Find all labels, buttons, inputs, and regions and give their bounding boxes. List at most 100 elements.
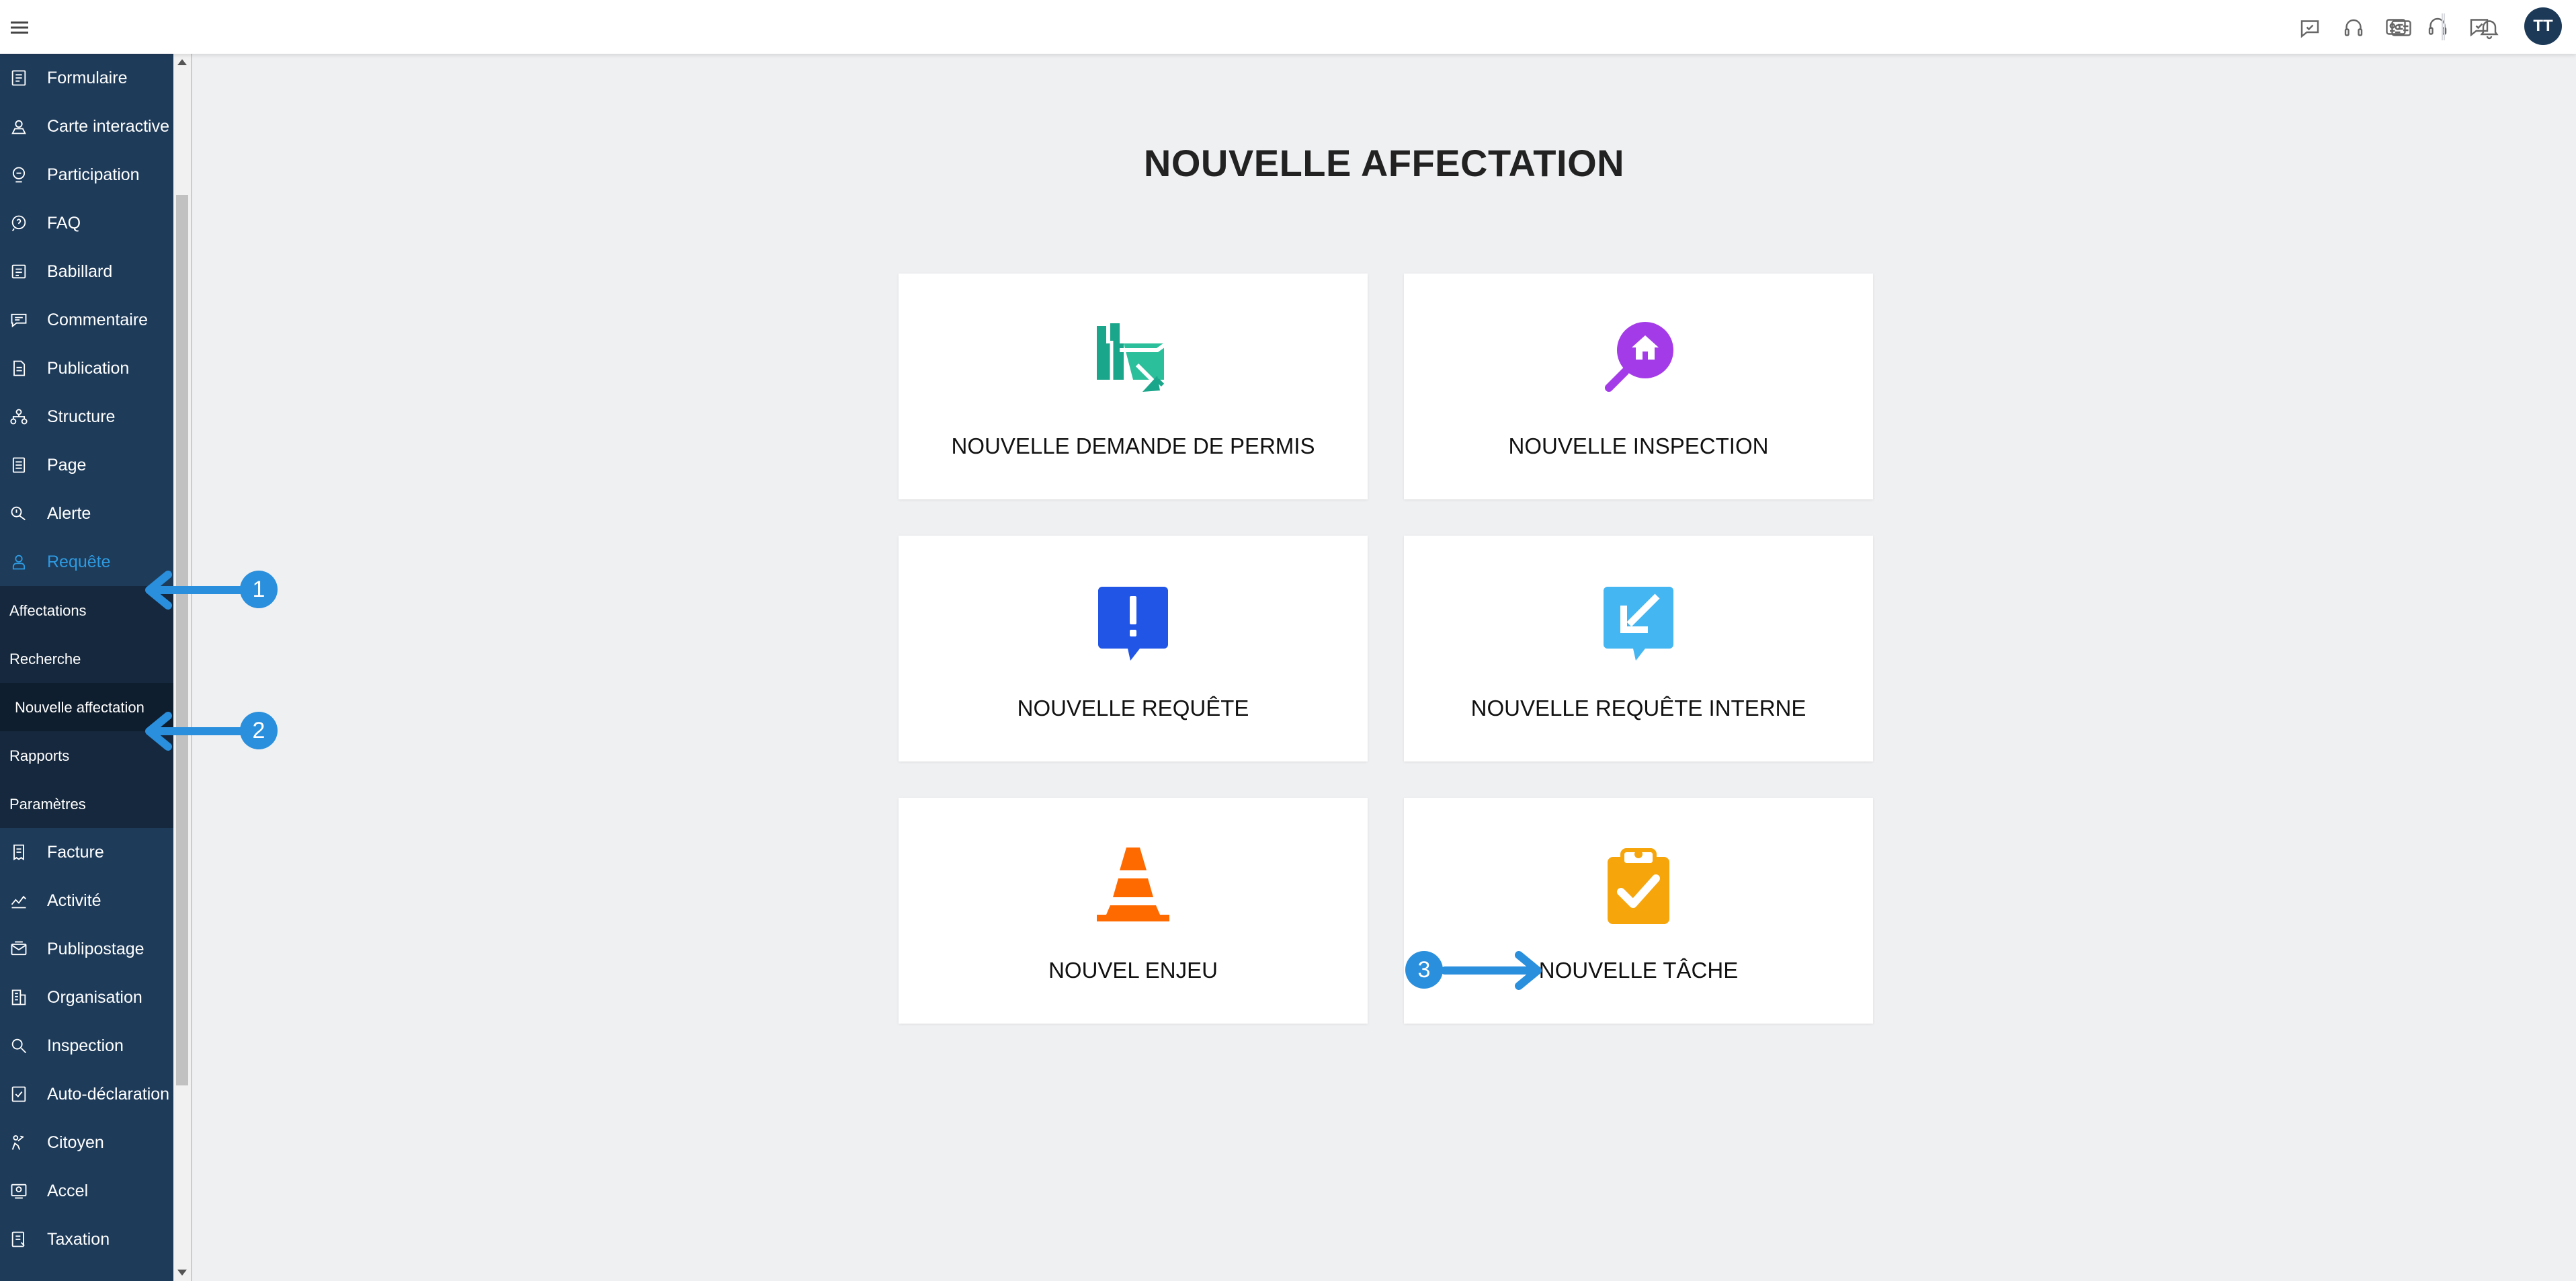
sidebar-item-participation[interactable]: Participation	[0, 151, 173, 199]
annotation-badge-1: 1	[240, 571, 278, 608]
headset-icon[interactable]	[2425, 15, 2450, 39]
card-label: NOUVEL ENJEU	[1048, 958, 1218, 983]
request-icon	[9, 552, 28, 571]
annotation-badge-2: 2	[240, 712, 278, 749]
sidebar-item-label: Structure	[47, 407, 116, 426]
sidebar-item-label: Carte interactive	[47, 117, 170, 136]
top-bar	[0, 0, 2576, 54]
publication-icon	[9, 359, 28, 378]
sidebar-item-babillard[interactable]: Babillard	[0, 247, 173, 296]
request-exclamation-icon	[1093, 583, 1173, 663]
card-label: NOUVELLE DEMANDE DE PERMIS	[951, 433, 1315, 458]
card-label: NOUVELLE REQUÊTE	[1017, 696, 1249, 720]
sidebar-item-label: Formulaire	[47, 69, 128, 87]
scroll-up-arrow-icon[interactable]	[177, 59, 187, 65]
sidebar-item-label: Participation	[47, 165, 140, 184]
sidebar-subitem-recherche[interactable]: Recherche	[0, 634, 173, 683]
sidebar-subitem-parametres[interactable]: Paramètres	[0, 780, 173, 828]
sidebar-item-facture[interactable]: Facture	[0, 828, 173, 876]
sidebar-subitem-label: Rapports	[9, 747, 70, 764]
sidebar-item-structure[interactable]: Structure	[0, 392, 173, 441]
sidebar-item-label: Inspection	[47, 1036, 124, 1055]
sidebar-item-accel[interactable]: Accel	[0, 1167, 173, 1215]
card-nouvelle-requete[interactable]: NOUVELLE REQUÊTE	[899, 536, 1368, 761]
sidebar-item-inspection[interactable]: Inspection	[0, 1022, 173, 1070]
id-card-icon[interactable]	[2389, 16, 2413, 40]
participation-icon	[9, 165, 28, 184]
sidebar-subitem-label: Nouvelle affectation	[15, 699, 144, 716]
sidebar-item-label: Citoyen	[47, 1133, 104, 1152]
scroll-down-arrow-icon[interactable]	[177, 1270, 187, 1276]
sidebar-item-label: Facture	[47, 843, 104, 862]
clipboard-check-icon	[1598, 845, 1679, 925]
sidebar-item-commentaire[interactable]: Commentaire	[0, 296, 173, 344]
form-icon	[9, 69, 28, 87]
alert-icon	[9, 504, 28, 523]
sidebar-item-label: Activité	[47, 891, 101, 910]
comment-icon	[9, 311, 28, 329]
permit-map-icon	[1093, 321, 1173, 401]
sidebar-subitem-label: Recherche	[9, 651, 81, 667]
sidebar-item-carte-interactive[interactable]: Carte interactive	[0, 102, 173, 151]
sidebar-item-publication[interactable]: Publication	[0, 344, 173, 392]
card-nouvelle-requete-interne[interactable]: NOUVELLE REQUÊTE INTERNE	[1404, 536, 1873, 761]
sidebar-item-label: Publication	[47, 359, 130, 378]
citizen-icon	[9, 1133, 28, 1152]
topbar-separator	[2442, 13, 2443, 40]
sidebar-item-label: Alerte	[47, 504, 91, 523]
sidebar-scrollbar[interactable]	[173, 54, 192, 1281]
card-nouvel-enjeu[interactable]: NOUVEL ENJEU	[899, 798, 1368, 1024]
sidebar-item-label: Publipostage	[47, 940, 144, 958]
sidebar-subitem-label: Affectations	[9, 602, 87, 619]
activity-icon	[9, 891, 28, 910]
user-avatar[interactable]: TT	[2524, 7, 2562, 45]
sidebar-item-activite[interactable]: Activité	[0, 876, 173, 925]
page-icon	[9, 456, 28, 474]
sidebar-item-alerte[interactable]: Alerte	[0, 489, 173, 538]
sidebar-item-organisation[interactable]: Organisation	[0, 973, 173, 1022]
structure-icon	[9, 407, 28, 426]
card-label: NOUVELLE REQUÊTE INTERNE	[1470, 696, 1806, 720]
inspection-search-icon	[1598, 321, 1679, 401]
inspection-icon	[9, 1036, 28, 1055]
sidebar-item-formulaire[interactable]: Formulaire	[0, 54, 173, 102]
annotation-badge-3: 3	[1405, 951, 1443, 989]
sidebar-item-taxation[interactable]: Taxation	[0, 1215, 173, 1264]
headset-icon[interactable]	[2341, 16, 2366, 40]
sidebar-item-auto-declaration[interactable]: Auto-déclaration	[0, 1070, 173, 1118]
internal-request-icon	[1598, 583, 1679, 663]
sidebar-item-label: Organisation	[47, 988, 142, 1007]
sidebar-item-label: Auto-déclaration	[47, 1085, 170, 1104]
sidebar-item-label: Accel	[47, 1182, 89, 1200]
hamburger-menu-icon[interactable]	[11, 20, 28, 35]
sidebar-item-citoyen[interactable]: Citoyen	[0, 1118, 173, 1167]
card-nouvelle-inspection[interactable]: NOUVELLE INSPECTION	[1404, 274, 1873, 499]
sidebar-item-label: Taxation	[47, 1230, 110, 1249]
traffic-cone-icon	[1093, 845, 1173, 925]
sidebar-item-label: FAQ	[47, 214, 81, 233]
chat-icon[interactable]	[2298, 16, 2322, 40]
board-icon	[9, 262, 28, 281]
card-label: NOUVELLE INSPECTION	[1508, 433, 1769, 458]
bell-icon[interactable]	[2477, 16, 2501, 40]
topbar-separator	[2444, 13, 2445, 40]
invoice-icon	[9, 843, 28, 862]
sidebar: Formulaire Carte interactive Participati…	[0, 54, 173, 1281]
card-nouvelle-demande-de-permis[interactable]: NOUVELLE DEMANDE DE PERMIS	[899, 274, 1368, 499]
sidebar-item-faq[interactable]: FAQ	[0, 199, 173, 247]
mail-icon	[9, 940, 28, 958]
sidebar-item-label: Babillard	[47, 262, 113, 281]
sidebar-item-label: Requête	[47, 552, 111, 571]
sidebar-item-publipostage[interactable]: Publipostage	[0, 925, 173, 973]
sidebar-item-page[interactable]: Page	[0, 441, 173, 489]
sidebar-item-label: Page	[47, 456, 87, 474]
page-title: NOUVELLE AFFECTATION	[1143, 142, 1625, 184]
accel-icon	[9, 1182, 28, 1200]
self-declaration-icon	[9, 1085, 28, 1104]
sidebar-subitem-label: Paramètres	[9, 796, 86, 813]
sidebar-item-label: Commentaire	[47, 311, 149, 329]
scrollbar-thumb[interactable]	[176, 195, 188, 1085]
taxation-icon	[9, 1230, 28, 1249]
organisation-icon	[9, 988, 28, 1007]
map-icon	[9, 117, 28, 136]
